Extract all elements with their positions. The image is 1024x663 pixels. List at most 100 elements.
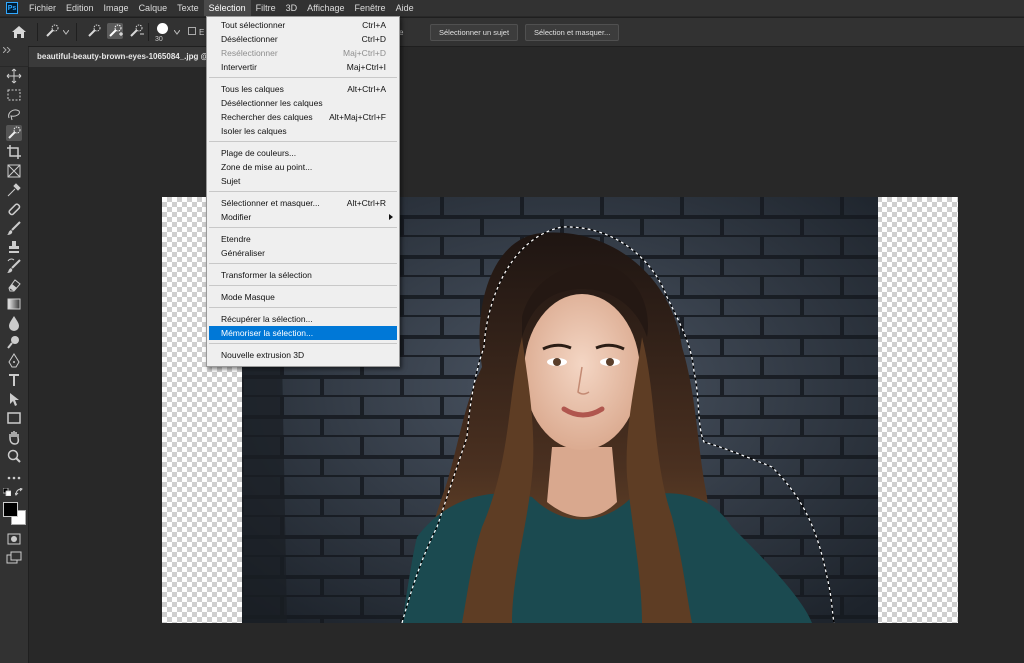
- menu-item-label: Sélectionner et masquer...: [221, 198, 320, 208]
- menu-edit[interactable]: Edition: [61, 0, 99, 16]
- menu-file[interactable]: Fichier: [24, 0, 61, 16]
- gradient-icon[interactable]: [6, 296, 22, 312]
- menu-separator: [209, 343, 397, 344]
- frame-icon[interactable]: [6, 163, 22, 179]
- select-subject-button[interactable]: Sélectionner un sujet: [430, 24, 519, 41]
- foreground-background-icon[interactable]: [2, 501, 26, 525]
- menu-type[interactable]: Texte: [172, 0, 204, 16]
- selection-menu: Tout sélectionner Ctrl+A Désélectionner Ct…: [206, 16, 400, 367]
- marquee-icon[interactable]: [6, 87, 22, 103]
- hand-icon[interactable]: [6, 429, 22, 445]
- brush-icon[interactable]: [6, 220, 22, 236]
- options-separator: [76, 23, 77, 41]
- eyedropper-icon[interactable]: [6, 182, 22, 198]
- more-icon[interactable]: [6, 470, 22, 486]
- eraser-icon[interactable]: [6, 277, 22, 293]
- menu-item-deselect-layers[interactable]: Désélectionner les calques: [207, 96, 399, 110]
- menu-window[interactable]: Fenêtre: [350, 0, 391, 16]
- menu-separator: [209, 227, 397, 228]
- swap-colors-icon[interactable]: [15, 488, 24, 497]
- menu-view[interactable]: Affichage: [302, 0, 349, 16]
- options-bar: 30 E e Sélectionner un sujet Sélection e…: [0, 17, 1024, 47]
- rectangle-icon[interactable]: [6, 410, 22, 426]
- collapse-toolbar-icon[interactable]: [3, 47, 11, 53]
- menu-item-select-all[interactable]: Tout sélectionner Ctrl+A: [207, 18, 399, 32]
- menu-item-label: Sujet: [221, 176, 241, 186]
- menu-item-quick-mask[interactable]: Mode Masque: [207, 290, 399, 304]
- menu-item-label: Plage de couleurs...: [221, 148, 297, 158]
- quick-mask-icon[interactable]: [6, 531, 22, 547]
- home-icon[interactable]: [10, 24, 28, 40]
- menu-select[interactable]: Sélection: [203, 0, 251, 16]
- menu-item-select-and-mask[interactable]: Sélectionner et masquer... Alt+Ctrl+R: [207, 196, 399, 210]
- new-selection-icon[interactable]: [86, 23, 102, 39]
- move-icon[interactable]: [6, 68, 22, 84]
- blur-icon[interactable]: [6, 315, 22, 331]
- stamp-icon[interactable]: [6, 239, 22, 255]
- subtract-from-selection-icon[interactable]: [128, 23, 144, 39]
- menu-item-label: Tous les calques: [221, 84, 284, 94]
- screen-mode-icon[interactable]: [6, 550, 22, 566]
- healing-brush-icon[interactable]: [6, 201, 22, 217]
- dodge-icon[interactable]: [6, 334, 22, 350]
- menu-item-label: Resélectionner: [221, 48, 278, 58]
- options-separator: [37, 23, 38, 41]
- menu-help[interactable]: Aide: [391, 0, 419, 16]
- menu-item-subject[interactable]: Sujet: [207, 174, 399, 188]
- menu-image[interactable]: Image: [99, 0, 134, 16]
- menu-item-label: Nouvelle extrusion 3D: [221, 350, 305, 360]
- menu-item-deselect[interactable]: Désélectionner Ctrl+D: [207, 32, 399, 46]
- toolbar-header: [0, 46, 28, 66]
- menu-item-new-3d-extrusion[interactable]: Nouvelle extrusion 3D: [207, 348, 399, 362]
- lasso-icon[interactable]: [6, 106, 22, 122]
- menu-layer[interactable]: Calque: [134, 0, 173, 16]
- menu-item-label: Récupérer la sélection...: [221, 314, 313, 324]
- sample-all-layers-checkbox[interactable]: [188, 27, 196, 35]
- menu-item-label: Mémoriser la sélection...: [221, 328, 314, 338]
- quick-selection-icon[interactable]: [6, 125, 22, 141]
- type-icon[interactable]: [6, 372, 22, 388]
- menu-item-isolate-layers[interactable]: Isoler les calques: [207, 124, 399, 138]
- menu-item-similar[interactable]: Généraliser: [207, 246, 399, 260]
- brush-preview-icon[interactable]: [157, 23, 168, 34]
- brush-size-value: 30: [155, 36, 163, 43]
- menu-item-grow[interactable]: Etendre: [207, 232, 399, 246]
- menu-item-label: Généraliser: [221, 248, 265, 258]
- menu-item-label: Tout sélectionner: [221, 20, 286, 30]
- tools-panel: [0, 67, 29, 663]
- menu-item-save-selection[interactable]: Mémoriser la sélection...: [209, 326, 397, 340]
- menu-item-shortcut: Alt+Maj+Ctrl+F: [329, 112, 386, 122]
- document-tab[interactable]: beautiful-beauty-brown-eyes-1065084_.jpg…: [29, 47, 215, 67]
- menu-item-shortcut: Maj+Ctrl+I: [346, 62, 386, 72]
- menu-item-modify[interactable]: Modifier: [207, 210, 399, 224]
- zoom-icon[interactable]: [6, 448, 22, 464]
- pen-icon[interactable]: [6, 353, 22, 369]
- quick-selection-preset-icon[interactable]: [44, 23, 60, 39]
- menu-item-load-selection[interactable]: Récupérer la sélection...: [207, 312, 399, 326]
- menu-filter[interactable]: Filtre: [251, 0, 281, 16]
- add-to-selection-icon[interactable]: [107, 23, 123, 39]
- path-selection-icon[interactable]: [6, 391, 22, 407]
- chevron-down-icon[interactable]: [174, 30, 180, 35]
- crop-icon[interactable]: [6, 144, 22, 160]
- menu-item-label: Transformer la sélection: [221, 270, 312, 280]
- menu-3d[interactable]: 3D: [281, 0, 303, 16]
- menu-item-label: Désélectionner les calques: [221, 98, 323, 108]
- menu-item-inverse[interactable]: Intervertir Maj+Ctrl+I: [207, 60, 399, 74]
- default-colors-icon[interactable]: [3, 488, 11, 496]
- chevron-down-icon[interactable]: [63, 30, 69, 35]
- menu-item-label: Rechercher des calques: [221, 112, 313, 122]
- menu-bar: Ps Fichier Edition Image Calque Texte Sé…: [0, 0, 1024, 16]
- foreground-color-swatch[interactable]: [3, 502, 18, 517]
- menu-item-all-layers[interactable]: Tous les calques Alt+Ctrl+A: [207, 82, 399, 96]
- history-brush-icon[interactable]: [6, 258, 22, 274]
- menu-item-focus-area[interactable]: Zone de mise au point...: [207, 160, 399, 174]
- select-and-mask-button[interactable]: Sélection et masquer...: [525, 24, 620, 41]
- menu-item-transform-selection[interactable]: Transformer la sélection: [207, 268, 399, 282]
- menu-separator: [209, 307, 397, 308]
- menu-item-find-layers[interactable]: Rechercher des calques Alt+Maj+Ctrl+F: [207, 110, 399, 124]
- menu-item-color-range[interactable]: Plage de couleurs...: [207, 146, 399, 160]
- menu-item-label: Modifier: [221, 212, 252, 222]
- menu-item-shortcut: Alt+Ctrl+A: [347, 84, 386, 94]
- menu-separator: [209, 263, 397, 264]
